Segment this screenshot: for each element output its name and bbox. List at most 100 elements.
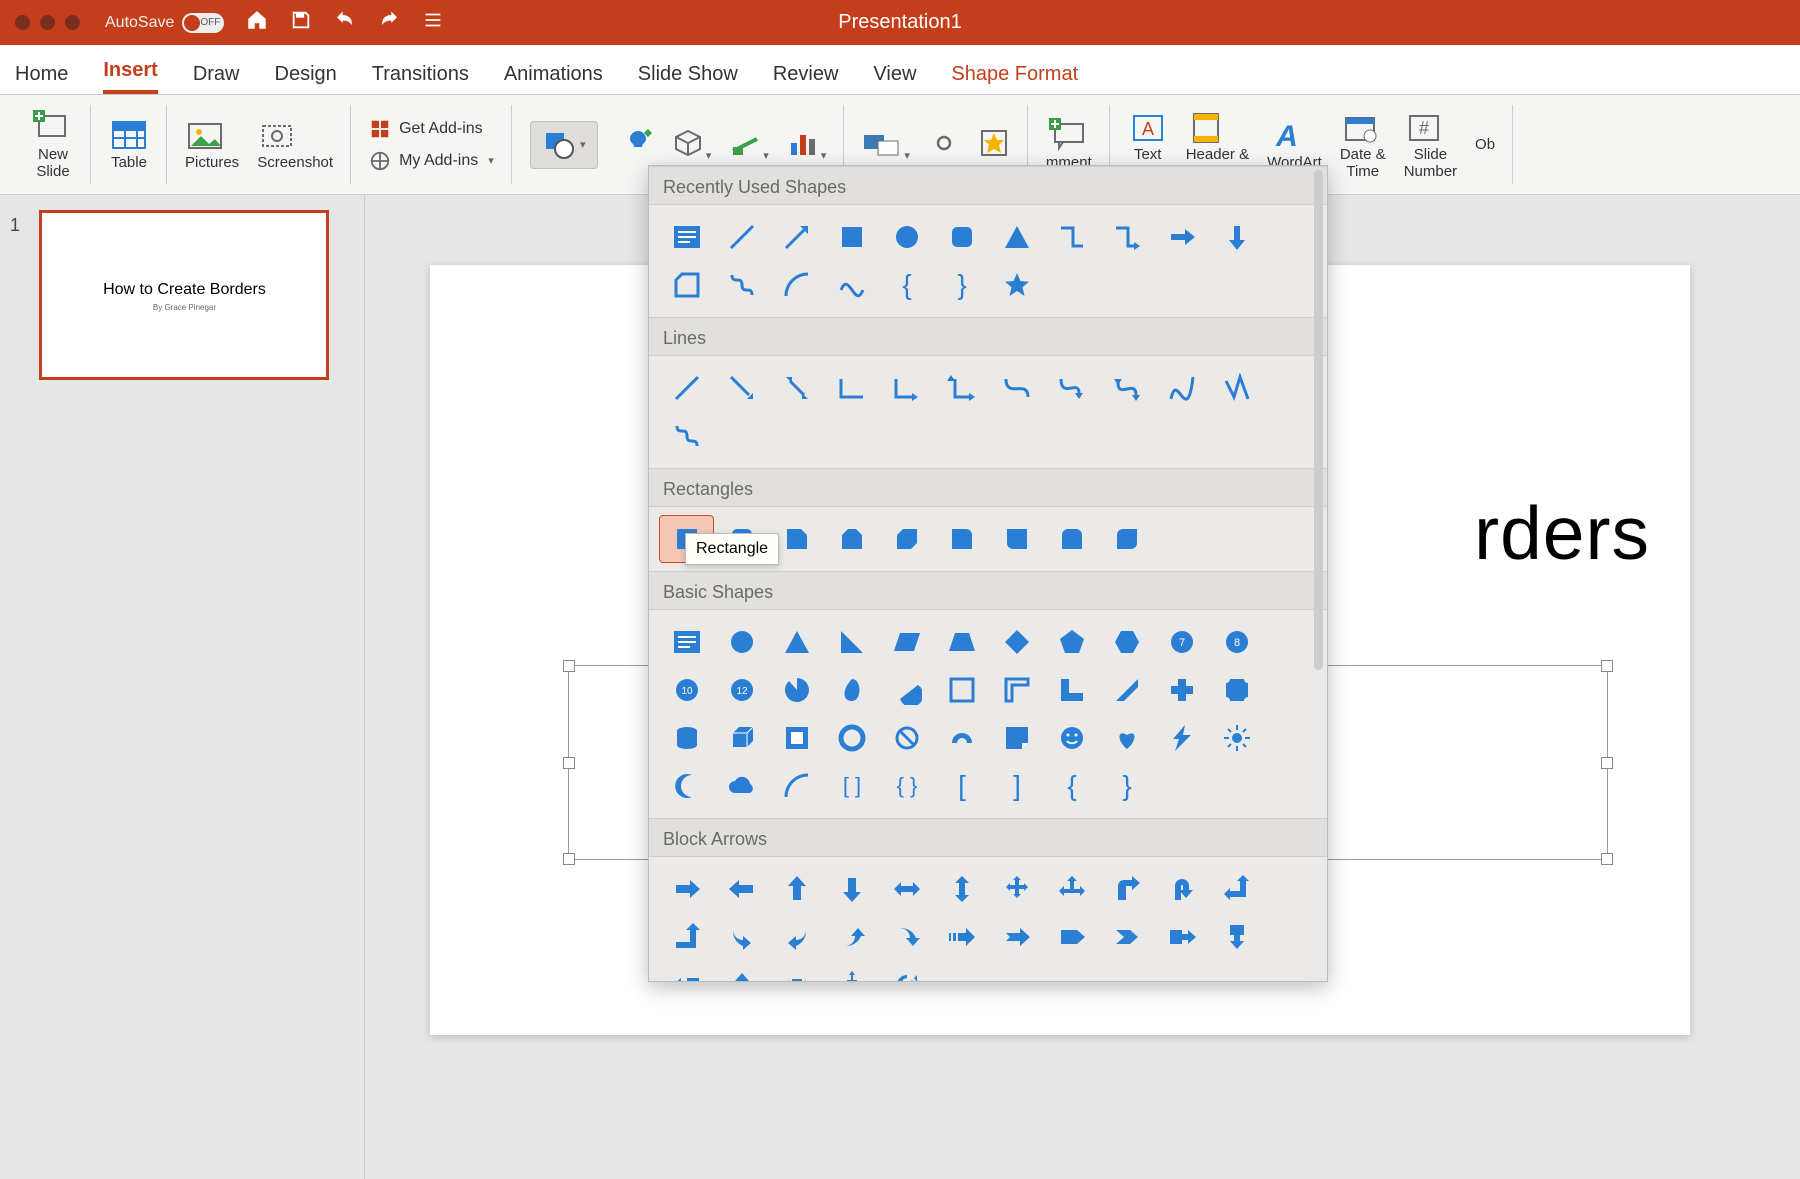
smartart-button[interactable]: ▾ xyxy=(729,127,769,163)
shape-elbow-arrow-connector-icon[interactable] xyxy=(879,364,934,412)
shape-oval2-icon[interactable] xyxy=(714,618,769,666)
shape-donut-icon[interactable] xyxy=(824,714,879,762)
shape-line-double-arrow-icon[interactable] xyxy=(769,364,824,412)
shape-round-same-side-icon[interactable] xyxy=(1044,515,1099,563)
tab-home[interactable]: Home xyxy=(15,63,68,94)
tab-insert[interactable]: Insert xyxy=(103,59,157,94)
shape-connector-elbow-icon[interactable] xyxy=(1044,213,1099,261)
maximize-window-icon[interactable] xyxy=(65,15,80,30)
shape-cube-icon[interactable] xyxy=(714,714,769,762)
tab-slideshow[interactable]: Slide Show xyxy=(638,63,738,94)
shape-half-frame-icon[interactable] xyxy=(989,666,1044,714)
shape-arrow-curved-down-icon[interactable] xyxy=(879,913,934,961)
shapes-dropdown-button[interactable]: ▾ xyxy=(530,121,598,169)
zoom-button[interactable]: ▾ xyxy=(862,127,910,163)
resize-handle-se[interactable] xyxy=(1601,853,1613,865)
shape-parallelogram-icon[interactable] xyxy=(879,618,934,666)
shape-callout-up-arrow-icon[interactable] xyxy=(714,961,769,981)
shape-line-arrow-icon[interactable] xyxy=(769,213,824,261)
shape-l-shape-icon[interactable] xyxy=(1044,666,1099,714)
pictures-button[interactable]: Pictures xyxy=(185,118,239,171)
shape-arrow-curved-left-icon[interactable] xyxy=(769,913,824,961)
3d-models-button[interactable]: ▾ xyxy=(672,127,712,163)
shape-arrow-striped-right-icon[interactable] xyxy=(934,913,989,961)
shape-diamond-icon[interactable] xyxy=(989,618,1044,666)
tab-shape-format[interactable]: Shape Format xyxy=(951,63,1078,94)
shape-sun-icon[interactable] xyxy=(1209,714,1264,762)
shape-curve-2-icon[interactable] xyxy=(1154,364,1209,412)
shape-arrow-leftright-icon[interactable] xyxy=(879,865,934,913)
shape-arrow-leftrightup-icon[interactable] xyxy=(1044,865,1099,913)
shape-arrow-chevron-icon[interactable] xyxy=(1099,913,1154,961)
shape-line-icon[interactable] xyxy=(659,364,714,412)
shape-textbox2-icon[interactable] xyxy=(659,618,714,666)
shape-arrow-right2-icon[interactable] xyxy=(659,865,714,913)
my-addins-button[interactable]: My Add-ins▾ xyxy=(369,150,494,172)
tab-design[interactable]: Design xyxy=(275,63,337,94)
shape-heart-icon[interactable] xyxy=(1099,714,1154,762)
shape-oval-icon[interactable] xyxy=(879,213,934,261)
shape-elbow-connector-icon[interactable] xyxy=(824,364,879,412)
shape-chord-icon[interactable] xyxy=(879,666,934,714)
shape-cross-icon[interactable] xyxy=(1154,666,1209,714)
qat-more-icon[interactable] xyxy=(422,9,444,36)
shape-arrow-quad-icon[interactable] xyxy=(989,865,1044,913)
shape-no-symbol-icon[interactable] xyxy=(879,714,934,762)
shape-teardrop-icon[interactable] xyxy=(824,666,879,714)
shape-curve-icon[interactable] xyxy=(824,261,879,309)
home-icon[interactable] xyxy=(246,9,268,36)
shape-snip-round-single-icon[interactable] xyxy=(934,515,989,563)
shape-triangle2-icon[interactable] xyxy=(769,618,824,666)
shape-right-brace2-icon[interactable]: } xyxy=(1099,762,1154,810)
resize-handle-nw[interactable] xyxy=(563,660,575,672)
shape-left-brace-icon[interactable]: { xyxy=(879,261,934,309)
shape-right-triangle-icon[interactable] xyxy=(824,618,879,666)
shape-decagon-icon[interactable]: 10 xyxy=(659,666,714,714)
tab-view[interactable]: View xyxy=(873,63,916,94)
shape-star-icon[interactable] xyxy=(989,261,1044,309)
shape-folded-corner-icon[interactable] xyxy=(989,714,1044,762)
shape-arrow-curved-up-icon[interactable] xyxy=(824,913,879,961)
shape-freeform-icon[interactable] xyxy=(1209,364,1264,412)
resize-handle-sw[interactable] xyxy=(563,853,575,865)
shape-callout-leftright-arrow-icon[interactable] xyxy=(769,961,824,981)
shape-rectangle-icon[interactable] xyxy=(824,213,879,261)
shape-round-single-corner-icon[interactable] xyxy=(989,515,1044,563)
shape-can-icon[interactable] xyxy=(659,714,714,762)
shape-flowchart-card-icon[interactable] xyxy=(659,261,714,309)
shape-cloud-icon[interactable] xyxy=(714,762,769,810)
shape-curved-double-arrow-icon[interactable] xyxy=(1099,364,1154,412)
shape-bevel-icon[interactable] xyxy=(769,714,824,762)
shape-round-diagonal-icon[interactable] xyxy=(1099,515,1154,563)
tab-animations[interactable]: Animations xyxy=(504,63,603,94)
undo-icon[interactable] xyxy=(334,9,356,36)
toggle-off-icon[interactable]: OFF xyxy=(182,13,224,33)
shape-moon-icon[interactable] xyxy=(659,762,714,810)
close-window-icon[interactable] xyxy=(15,15,30,30)
tab-draw[interactable]: Draw xyxy=(193,63,240,94)
icons-button[interactable] xyxy=(622,127,654,163)
shape-diagonal-stripe-icon[interactable] xyxy=(1099,666,1154,714)
shape-callout-left-arrow-icon[interactable] xyxy=(659,961,714,981)
redo-icon[interactable] xyxy=(378,9,400,36)
shape-snip-diagonal-icon[interactable] xyxy=(879,515,934,563)
shape-arc-icon[interactable] xyxy=(769,261,824,309)
shape-arrow-down-icon[interactable] xyxy=(1209,213,1264,261)
shape-snip-same-side-icon[interactable] xyxy=(824,515,879,563)
slide-thumbnail-1[interactable]: How to Create Borders By Grace Pinegar xyxy=(39,210,329,380)
shape-arrow-right-icon[interactable] xyxy=(1154,213,1209,261)
chart-button[interactable]: ▾ xyxy=(787,127,827,163)
shape-heptagon-icon[interactable]: 7 xyxy=(1154,618,1209,666)
shape-callout-quad-arrow-icon[interactable] xyxy=(824,961,879,981)
link-button[interactable] xyxy=(928,127,960,163)
object-button[interactable]: Ob xyxy=(1475,136,1495,153)
shape-scribble-2-icon[interactable] xyxy=(659,412,714,460)
shape-right-bracket-icon[interactable]: ] xyxy=(989,762,1044,810)
shape-frame-icon[interactable] xyxy=(934,666,989,714)
shape-connector-elbow-arrow-icon[interactable] xyxy=(1099,213,1154,261)
minimize-window-icon[interactable] xyxy=(40,15,55,30)
shape-arrow-notched-right-icon[interactable] xyxy=(989,913,1044,961)
shape-trapezoid-icon[interactable] xyxy=(934,618,989,666)
shape-double-bracket-icon[interactable]: [ ] xyxy=(824,762,879,810)
tab-transitions[interactable]: Transitions xyxy=(372,63,469,94)
